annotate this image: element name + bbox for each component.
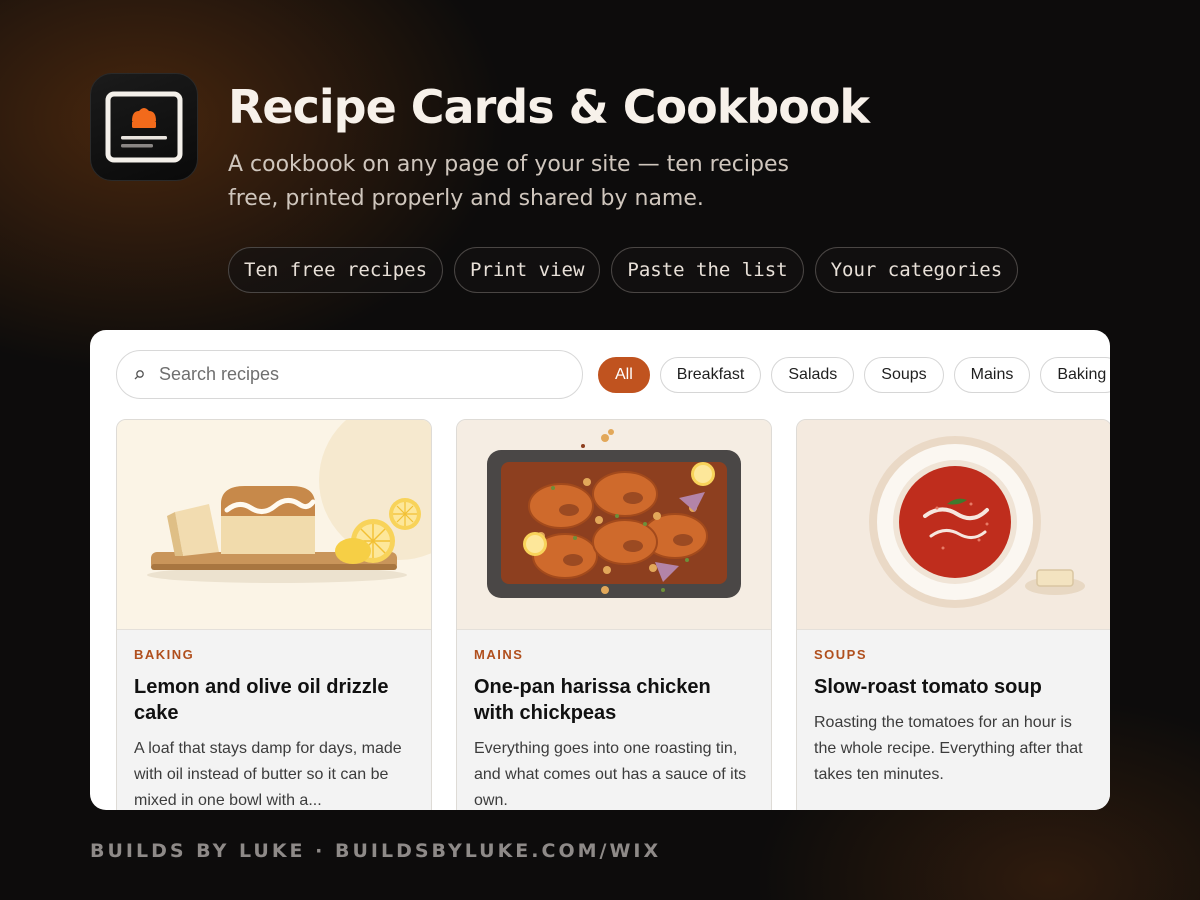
recipe-title[interactable]: One-pan harissa chicken with chickpeas (474, 674, 754, 726)
recipe-category: BAKING (134, 647, 195, 662)
tomato-soup-bowl-illustration (797, 420, 1110, 630)
category-chip-all[interactable]: All (598, 357, 650, 393)
recipe-title[interactable]: Lemon and olive oil drizzle cake (134, 674, 414, 726)
recipe-description: Everything goes into one roasting tin, a… (474, 740, 747, 809)
app-title: Recipe Cards & Cookbook (228, 80, 870, 134)
lemon-drizzle-cake-illustration (117, 420, 431, 630)
cookbook-panel: All Breakfast Salads Soups Mains Baking (90, 330, 1110, 810)
category-chip-breakfast[interactable]: Breakfast (659, 357, 762, 393)
recipe-card[interactable]: SOUPS Slow-roast tomato soup Roasting th… (796, 419, 1110, 810)
app-icon (90, 73, 198, 181)
recipe-category: MAINS (474, 647, 524, 662)
feature-pill-paste-list: Paste the list (611, 247, 804, 293)
feature-pill-categories: Your categories (814, 247, 1019, 293)
feature-pill-free-recipes: Ten free recipes (228, 247, 444, 293)
search-bar[interactable] (116, 350, 583, 399)
category-filters: All Breakfast Salads Soups Mains Baking (598, 357, 1110, 393)
category-chip-soups[interactable]: Soups (864, 357, 944, 393)
feature-pills: Ten free recipes Print view Paste the li… (228, 247, 1019, 293)
category-chip-mains[interactable]: Mains (953, 357, 1031, 393)
recipe-card[interactable]: BAKING Lemon and olive oil drizzle cake … (116, 419, 432, 810)
recipe-description: A loaf that stays damp for days, made wi… (134, 740, 402, 809)
recipe-card[interactable]: MAINS One-pan harissa chicken with chick… (456, 419, 772, 810)
recipe-card-icon (105, 91, 183, 163)
app-subtitle: A cookbook on any page of your site — te… (228, 152, 789, 211)
search-input[interactable] (159, 364, 539, 385)
harissa-chicken-tray-illustration (457, 420, 771, 630)
search-icon (131, 367, 147, 383)
recipe-title[interactable]: Slow-roast tomato soup (814, 674, 1094, 700)
footer-credit: BUILDS BY LUKE · BUILDSBYLUKE.COM/WIX (90, 840, 662, 862)
feature-pill-print-view: Print view (454, 247, 601, 293)
category-chip-baking[interactable]: Baking (1040, 357, 1110, 393)
recipe-description: Roasting the tomatoes for an hour is the… (814, 714, 1083, 783)
category-chip-salads[interactable]: Salads (771, 357, 855, 393)
recipe-category: SOUPS (814, 647, 868, 662)
